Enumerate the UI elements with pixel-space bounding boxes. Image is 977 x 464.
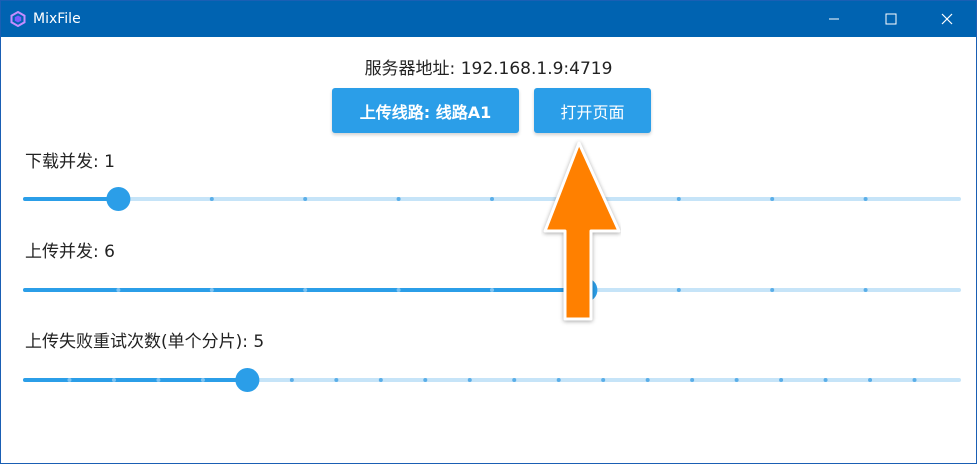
slider-thumb[interactable]: [106, 187, 131, 211]
slider-tick: [556, 378, 561, 382]
upload-concurrency-label: 上传并发: 6: [25, 242, 115, 262]
slider-tick: [116, 288, 121, 292]
open-page-button[interactable]: 打开页面: [534, 88, 651, 133]
slider-tick: [423, 378, 428, 382]
title-bar[interactable]: MixFile: [1, 1, 976, 37]
slider-tick: [289, 378, 294, 382]
slider-tick: [396, 197, 401, 201]
slider-tick: [156, 378, 161, 382]
slider-tick: [690, 378, 695, 382]
slider-tick: [490, 288, 494, 292]
slider-tick: [770, 288, 775, 292]
app-window: MixFile 服务器地址: 192.168.1.9:4719 上传线路: 线路…: [0, 0, 977, 464]
slider-tick: [111, 378, 116, 382]
maximize-button[interactable]: [868, 1, 914, 37]
slider-tick: [912, 378, 917, 382]
download-concurrency-label: 下载并发: 1: [25, 152, 115, 172]
download-concurrency-slider[interactable]: [23, 187, 961, 211]
slider-tick: [209, 197, 214, 201]
close-button[interactable]: [924, 1, 970, 37]
slider-tick: [779, 378, 784, 382]
app-icon: [10, 11, 26, 27]
upload-line-button[interactable]: 上传线路: 线路A1: [332, 88, 519, 133]
slider-tick: [645, 378, 650, 382]
slider-tick: [67, 378, 72, 382]
upload-retry-label: 上传失败重试次数(单个分片): 5: [25, 332, 265, 352]
arrow-annotation-icon: [543, 141, 621, 321]
minimize-button[interactable]: [811, 1, 857, 37]
slider-tick: [378, 378, 383, 382]
slider-tick: [209, 288, 214, 292]
slider-tick: [676, 197, 681, 201]
slider-tick: [396, 288, 401, 292]
server-address-label: 服务器地址: 192.168.1.9:4719: [364, 59, 613, 79]
slider-tick: [770, 197, 775, 201]
slider-tick: [823, 378, 828, 382]
slider-tick: [676, 288, 681, 292]
slider-tick: [863, 288, 868, 292]
slider-tick: [200, 378, 205, 382]
slider-tick: [863, 197, 868, 201]
upload-retry-slider[interactable]: [23, 368, 961, 392]
slider-tick: [601, 378, 606, 382]
close-icon: [941, 13, 953, 25]
slider-tick: [303, 288, 308, 292]
slider-tick: [868, 378, 873, 382]
slider-thumb[interactable]: [235, 368, 260, 392]
window-title: MixFile: [33, 11, 81, 27]
slider-tick: [334, 378, 339, 382]
slider-tick: [512, 378, 517, 382]
slider-tick: [490, 197, 494, 201]
upload-concurrency-slider[interactable]: [23, 278, 961, 302]
slider-tick: [467, 378, 472, 382]
maximize-icon: [885, 13, 897, 25]
slider-tick: [303, 197, 308, 201]
slider-tick: [734, 378, 739, 382]
minimize-icon: [829, 18, 839, 20]
